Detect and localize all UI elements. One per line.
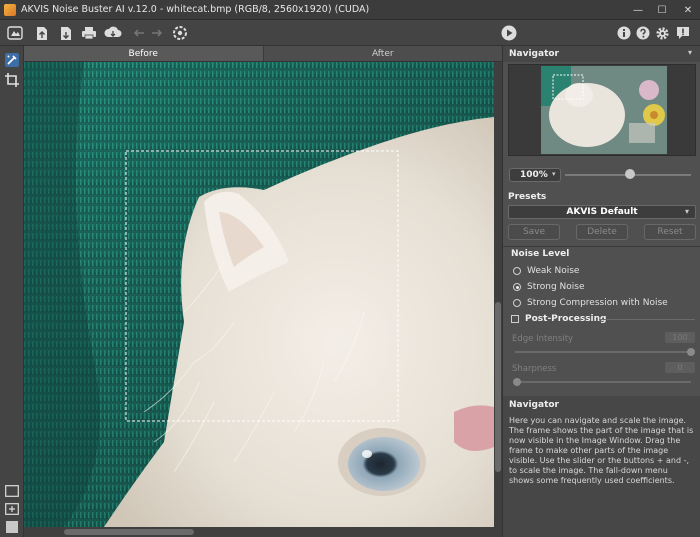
zoom-slider-knob[interactable] xyxy=(625,169,635,179)
tab-after[interactable]: After xyxy=(262,46,503,61)
edge-intensity-value[interactable]: 100 xyxy=(665,332,695,343)
radio-label: Strong Noise xyxy=(527,282,585,292)
background-color-icon[interactable] xyxy=(3,518,21,536)
radio-weak-noise[interactable]: Weak Noise xyxy=(513,264,579,278)
settings-icon[interactable] xyxy=(653,24,671,42)
sharpness-value[interactable]: 0 xyxy=(665,362,695,373)
help-panel: Navigator Here you can navigate and scal… xyxy=(503,396,700,537)
panel-menu-icon[interactable]: ▾ xyxy=(688,48,692,57)
undo-icon[interactable] xyxy=(130,24,148,42)
noise-reduction-tool-icon[interactable] xyxy=(3,51,21,69)
canvas-tabs: Before After xyxy=(24,46,502,62)
open-file-icon[interactable] xyxy=(33,24,51,42)
app-window: AKVIS Noise Buster AI v.12.0 - whitecat.… xyxy=(0,0,700,537)
cat-photo xyxy=(24,62,494,527)
redo-icon[interactable] xyxy=(148,24,166,42)
radio-strong-compression[interactable]: Strong Compression with Noise xyxy=(513,296,668,310)
share-icon[interactable] xyxy=(104,24,122,42)
window-title: AKVIS Noise Buster AI v.12.0 - whitecat.… xyxy=(21,4,370,15)
vertical-scrollbar[interactable] xyxy=(494,62,502,527)
presets-title: Presets xyxy=(508,192,547,202)
sharpness-label: Sharpness xyxy=(512,364,557,374)
minimize-button[interactable]: — xyxy=(626,0,650,20)
sharpness-slider[interactable] xyxy=(515,381,691,383)
settings-panel: Navigator ▾ 100% ▾ Presets AKVIS Default… xyxy=(502,46,700,537)
radio-icon xyxy=(513,267,521,275)
tab-before[interactable]: Before xyxy=(24,46,263,61)
batch-icon[interactable] xyxy=(171,24,189,42)
post-processing-checkbox[interactable]: Post-Processing xyxy=(511,312,606,326)
print-icon[interactable] xyxy=(80,24,98,42)
save-icon[interactable] xyxy=(57,24,75,42)
title-bar: AKVIS Noise Buster AI v.12.0 - whitecat.… xyxy=(0,0,700,20)
crop-tool-icon[interactable] xyxy=(3,71,21,89)
save-preset-button[interactable]: Save xyxy=(508,224,560,240)
left-toolbar xyxy=(0,46,24,537)
radio-label: Weak Noise xyxy=(527,266,580,276)
horizontal-scrollbar[interactable] xyxy=(24,527,502,537)
edge-intensity-label: Edge Intensity xyxy=(512,334,574,344)
preset-dropdown[interactable]: AKVIS Default xyxy=(508,205,696,219)
image-window[interactable] xyxy=(24,62,494,527)
radio-icon xyxy=(513,299,521,307)
reset-preset-button[interactable]: Reset xyxy=(644,224,696,240)
noise-level-title: Noise Level xyxy=(511,249,570,259)
split-view-icon[interactable] xyxy=(3,500,21,518)
single-view-icon[interactable] xyxy=(3,482,21,500)
navigator-preview[interactable] xyxy=(508,64,696,156)
close-button[interactable]: ✕ xyxy=(676,0,700,20)
info-icon[interactable] xyxy=(615,24,633,42)
feedback-icon[interactable] xyxy=(674,24,692,42)
radio-selected-icon xyxy=(513,283,521,291)
delete-preset-button[interactable]: Delete xyxy=(576,224,628,240)
edge-intensity-knob[interactable] xyxy=(687,348,695,356)
help-icon[interactable] xyxy=(634,24,652,42)
zoom-dropdown-chevron-icon: ▾ xyxy=(552,170,556,178)
help-text: Here you can navigate and scale the imag… xyxy=(509,416,694,485)
post-processing-label: Post-Processing xyxy=(525,314,607,324)
checkbox-icon xyxy=(511,315,519,323)
radio-label: Strong Compression with Noise xyxy=(527,298,668,308)
toolbar xyxy=(0,20,700,46)
navigator-title: Navigator xyxy=(503,46,700,62)
help-title: Navigator xyxy=(509,400,559,410)
play-icon[interactable] xyxy=(500,24,518,42)
home-icon[interactable] xyxy=(6,24,24,42)
edge-intensity-slider[interactable] xyxy=(515,351,691,353)
app-logo-icon xyxy=(4,3,16,16)
maximize-button[interactable]: ☐ xyxy=(650,0,674,20)
preset-chevron-icon: ▾ xyxy=(685,207,690,216)
sharpness-knob[interactable] xyxy=(513,378,521,386)
radio-strong-noise[interactable]: Strong Noise xyxy=(513,280,585,294)
